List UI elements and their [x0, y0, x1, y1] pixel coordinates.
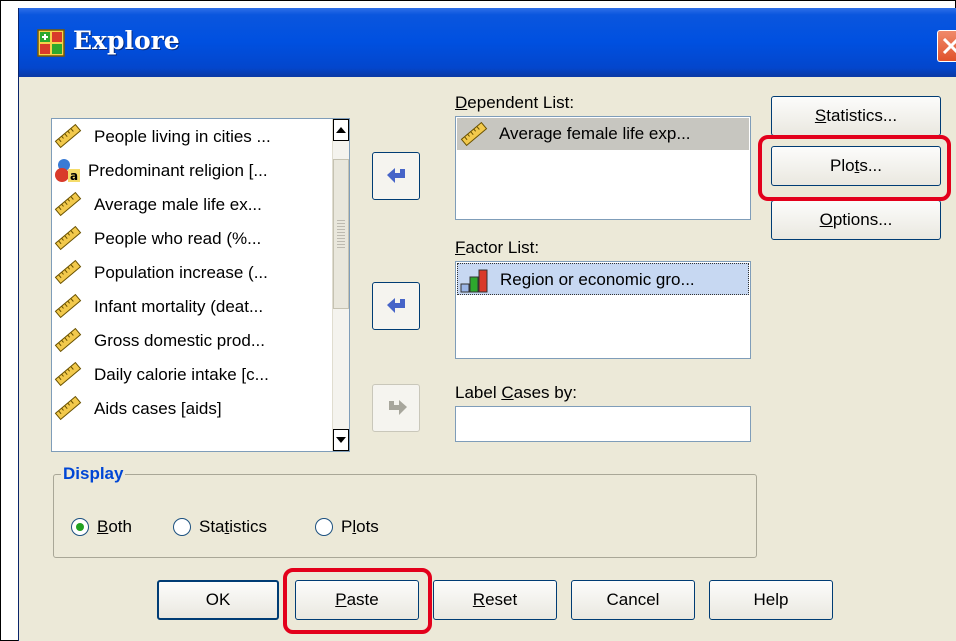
radio-selected-dot — [76, 523, 84, 531]
dependent-list-label: Dependent List: — [455, 93, 575, 112]
scale-ruler-icon — [54, 361, 82, 387]
list-item-label: Average female life exp... — [499, 124, 691, 143]
triangle-up-icon — [336, 127, 346, 133]
list-item[interactable]: Daily calorie intake [c... — [52, 357, 332, 391]
scroll-down-button[interactable] — [333, 429, 349, 451]
cancel-button[interactable]: Cancel — [571, 580, 695, 620]
explore-dialog: Explore People living in cities ... a Pr… — [18, 8, 956, 641]
scale-ruler-icon — [54, 191, 82, 217]
help-button[interactable]: Help — [709, 580, 833, 620]
list-item-label: Population increase (... — [94, 263, 268, 282]
list-item-label: Infant mortality (deat... — [94, 297, 264, 316]
display-plots-radio[interactable] — [315, 518, 333, 536]
display-statistics-radio[interactable] — [173, 518, 191, 536]
svg-text:a: a — [70, 169, 78, 183]
display-plots-label[interactable]: Plots — [341, 517, 379, 537]
display-group — [53, 474, 757, 558]
list-item[interactable]: Population increase (... — [52, 255, 332, 289]
scroll-up-button[interactable] — [333, 119, 349, 141]
scroll-thumb[interactable] — [333, 159, 349, 309]
options-button[interactable]: Options... — [771, 200, 941, 240]
factor-list[interactable]: Region or economic gro... — [455, 261, 751, 359]
list-item[interactable]: Aids cases [aids] — [52, 391, 332, 425]
scale-ruler-icon — [54, 225, 82, 251]
reset-button[interactable]: Reset — [433, 580, 557, 620]
dependent-list[interactable]: Average female life exp... — [455, 116, 751, 220]
scale-ruler-icon — [54, 259, 82, 285]
list-item[interactable]: People who read (%... — [52, 221, 332, 255]
display-group-legend: Display — [61, 464, 126, 484]
list-item-label: Daily calorie intake [c... — [94, 365, 269, 384]
arrow-left-icon — [387, 298, 405, 313]
list-item-label: Aids cases [aids] — [94, 399, 222, 418]
vertical-scrollbar[interactable] — [332, 119, 349, 451]
close-button[interactable] — [937, 30, 956, 62]
list-item-label: People living in cities ... — [94, 127, 271, 146]
triangle-down-icon — [336, 437, 346, 443]
scale-ruler-icon — [54, 395, 82, 421]
move-to-dependent-button[interactable] — [372, 152, 420, 200]
list-item[interactable]: a Predominant religion [... — [52, 153, 332, 187]
scale-ruler-icon — [460, 121, 488, 147]
list-item[interactable]: Average female life exp... — [457, 118, 749, 150]
window-title: Explore — [73, 26, 180, 55]
display-statistics-label[interactable]: Statistics — [199, 517, 267, 537]
scale-ruler-icon — [54, 123, 82, 149]
list-item[interactable]: Average male life ex... — [52, 187, 332, 221]
display-both-label[interactable]: Both — [97, 517, 132, 537]
ordinal-bar-icon — [460, 269, 488, 293]
list-item[interactable]: Infant mortality (deat... — [52, 289, 332, 323]
close-icon — [942, 38, 956, 54]
statistics-button[interactable]: Statistics... — [771, 96, 941, 136]
nominal-variable-icon: a — [55, 159, 80, 183]
list-item-label: Average male life ex... — [94, 195, 262, 214]
arrow-left-icon — [387, 168, 405, 183]
factor-list-label: Factor List: — [455, 238, 540, 257]
display-both-radio[interactable] — [71, 518, 89, 536]
list-item[interactable]: Gross domestic prod... — [52, 323, 332, 357]
source-variable-list[interactable]: People living in cities ... a Predominan… — [51, 118, 350, 452]
list-item[interactable]: People living in cities ... — [52, 119, 332, 153]
move-to-label-cases-button[interactable] — [372, 384, 420, 432]
paste-highlight-box — [283, 568, 432, 634]
move-to-factor-button[interactable] — [372, 282, 420, 330]
list-item-label: People who read (%... — [94, 229, 262, 248]
plots-highlight-box — [758, 135, 951, 201]
arrow-right-icon — [389, 400, 407, 415]
scale-ruler-icon — [54, 293, 82, 319]
scale-ruler-icon — [54, 327, 82, 353]
title-bar[interactable]: Explore — [19, 8, 956, 77]
label-cases-label: Label Cases by: — [455, 383, 577, 402]
list-item-label: Region or economic gro... — [500, 270, 695, 289]
explore-app-icon — [37, 29, 65, 57]
list-item[interactable]: Region or economic gro... — [457, 263, 749, 295]
ok-button[interactable]: OK — [157, 580, 279, 620]
list-item-label: Predominant religion [... — [88, 161, 268, 180]
scroll-grip — [337, 220, 345, 250]
label-cases-field[interactable] — [455, 406, 751, 442]
list-item-label: Gross domestic prod... — [94, 331, 266, 350]
